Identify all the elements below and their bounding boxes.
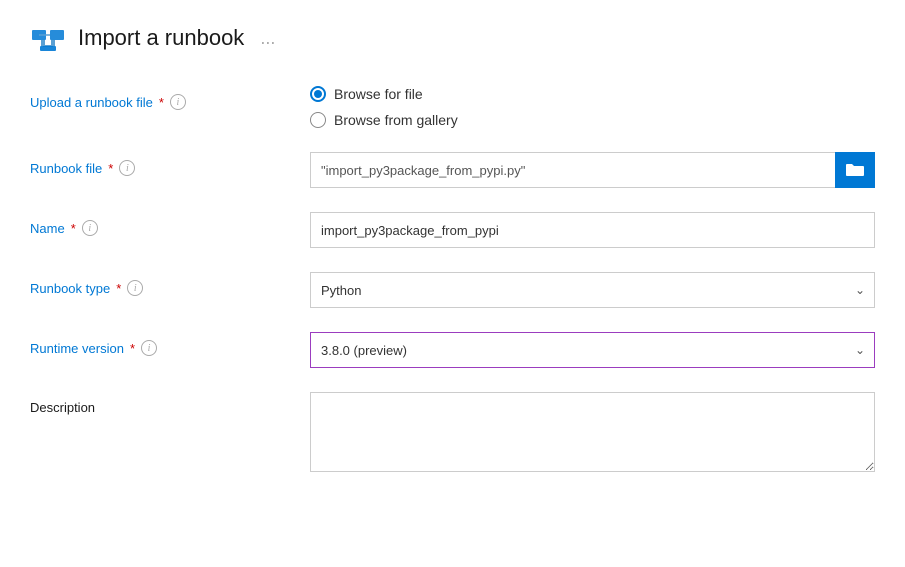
description-label: Description bbox=[30, 392, 310, 415]
page-header: Import a runbook ... bbox=[30, 20, 875, 56]
name-required: * bbox=[71, 221, 76, 236]
radio-browse-file[interactable]: Browse for file bbox=[310, 86, 875, 102]
runbook-file-info-icon[interactable]: i bbox=[119, 160, 135, 176]
upload-label: Upload a runbook file * i bbox=[30, 86, 310, 110]
radio-browse-file-input[interactable] bbox=[310, 86, 326, 102]
folder-icon bbox=[845, 162, 865, 178]
upload-runbook-row: Upload a runbook file * i Browse for fil… bbox=[30, 86, 875, 128]
name-control bbox=[310, 212, 875, 248]
page-title: Import a runbook bbox=[78, 25, 244, 51]
runtime-version-label: Runtime version * i bbox=[30, 332, 310, 356]
upload-label-text: Upload a runbook file bbox=[30, 95, 153, 110]
description-label-text: Description bbox=[30, 400, 95, 415]
runbook-file-input[interactable] bbox=[310, 152, 835, 188]
runbook-file-row: Runbook file * i bbox=[30, 152, 875, 188]
name-label: Name * i bbox=[30, 212, 310, 236]
file-browse-button[interactable] bbox=[835, 152, 875, 188]
runbook-file-required: * bbox=[108, 161, 113, 176]
runtime-version-control: 3.8.0 (preview) 3.6.0 2.7.0 ⌄ bbox=[310, 332, 875, 368]
runbook-file-control bbox=[310, 152, 875, 188]
header-more-options[interactable]: ... bbox=[260, 28, 275, 49]
runbook-type-required: * bbox=[116, 281, 121, 296]
runtime-version-select-wrapper: 3.8.0 (preview) 3.6.0 2.7.0 ⌄ bbox=[310, 332, 875, 368]
name-row: Name * i bbox=[30, 212, 875, 248]
runbook-type-info-icon[interactable]: i bbox=[127, 280, 143, 296]
radio-browse-gallery-input[interactable] bbox=[310, 112, 326, 128]
upload-radio-group: Browse for file Browse from gallery bbox=[310, 86, 875, 128]
runtime-version-select[interactable]: 3.8.0 (preview) 3.6.0 2.7.0 bbox=[310, 332, 875, 368]
upload-info-icon[interactable]: i bbox=[170, 94, 186, 110]
file-input-group bbox=[310, 152, 875, 188]
runbook-file-label: Runbook file * i bbox=[30, 152, 310, 176]
runtime-version-row: Runtime version * i 3.8.0 (preview) 3.6.… bbox=[30, 332, 875, 368]
runbook-icon bbox=[30, 20, 66, 56]
name-info-icon[interactable]: i bbox=[82, 220, 98, 236]
runbook-type-control: Python PowerShell PowerShell Workflow Gr… bbox=[310, 272, 875, 308]
description-row: Description bbox=[30, 392, 875, 475]
runbook-type-row: Runbook type * i Python PowerShell Power… bbox=[30, 272, 875, 308]
runbook-type-label-text: Runbook type bbox=[30, 281, 110, 296]
runbook-type-select-wrapper: Python PowerShell PowerShell Workflow Gr… bbox=[310, 272, 875, 308]
runtime-version-label-text: Runtime version bbox=[30, 341, 124, 356]
runtime-version-required: * bbox=[130, 341, 135, 356]
runbook-type-label: Runbook type * i bbox=[30, 272, 310, 296]
radio-browse-gallery-label: Browse from gallery bbox=[334, 112, 458, 128]
runbook-file-label-text: Runbook file bbox=[30, 161, 102, 176]
description-textarea[interactable] bbox=[310, 392, 875, 472]
runtime-version-info-icon[interactable]: i bbox=[141, 340, 157, 356]
name-input[interactable] bbox=[310, 212, 875, 248]
upload-required: * bbox=[159, 95, 164, 110]
runbook-type-select[interactable]: Python PowerShell PowerShell Workflow Gr… bbox=[310, 272, 875, 308]
description-control bbox=[310, 392, 875, 475]
radio-options: Browse for file Browse from gallery bbox=[310, 86, 875, 128]
radio-browse-file-label: Browse for file bbox=[334, 86, 423, 102]
name-label-text: Name bbox=[30, 221, 65, 236]
radio-browse-gallery[interactable]: Browse from gallery bbox=[310, 112, 875, 128]
